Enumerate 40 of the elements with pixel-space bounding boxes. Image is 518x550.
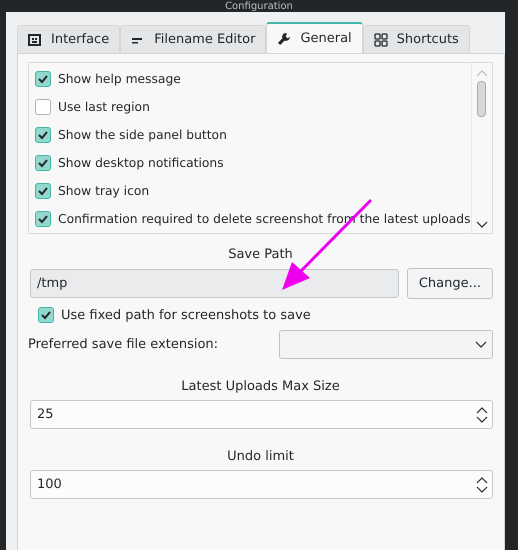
- panel-icon: [28, 32, 42, 46]
- checkmark-icon: [37, 157, 49, 169]
- checkbox-label[interactable]: Show tray icon: [58, 184, 150, 198]
- wrench-icon: [277, 32, 292, 46]
- section-heading: Latest Uploads Max Size: [180, 379, 341, 394]
- checkmark-icon: [40, 309, 52, 321]
- checkbox-label[interactable]: Use last region: [58, 100, 150, 114]
- checkbox[interactable]: [35, 211, 51, 227]
- checkbox[interactable]: [35, 183, 51, 199]
- checkbox-label[interactable]: Use fixed path for screenshots to save: [61, 308, 311, 322]
- path-field[interactable]: /tmp: [30, 269, 399, 298]
- checkmark-icon: [37, 129, 49, 141]
- tab[interactable]: Shortcuts: [362, 25, 470, 53]
- checkbox-label[interactable]: Show help message: [58, 72, 181, 86]
- spin-box[interactable]: 25: [30, 400, 493, 429]
- spin-arrows-icon[interactable]: [476, 476, 488, 494]
- spin-box[interactable]: 100: [30, 470, 493, 499]
- field-label: Preferred save file extension:: [28, 337, 218, 352]
- grid-icon: [374, 32, 388, 46]
- chevron-down-icon: [475, 340, 487, 348]
- tab[interactable]: Interface: [17, 25, 120, 53]
- checkbox[interactable]: [38, 307, 54, 323]
- spin-arrows-icon[interactable]: [476, 406, 488, 424]
- checkbox[interactable]: [35, 71, 51, 87]
- scroll-down-icon[interactable]: [476, 221, 488, 229]
- tab[interactable]: General: [266, 22, 363, 53]
- window-title: Configuration: [225, 1, 293, 12]
- change-button[interactable]: Change...: [406, 268, 493, 299]
- section-heading: Undo limit: [226, 449, 295, 464]
- checkmark-icon: [37, 213, 49, 225]
- scrollbar-thumb[interactable]: [477, 81, 486, 117]
- section-heading: Save Path: [227, 247, 294, 262]
- checkbox[interactable]: [35, 99, 51, 115]
- tab[interactable]: Filename Editor: [120, 25, 266, 53]
- checkbox-label[interactable]: Show the side panel button: [58, 128, 227, 142]
- checkmark-icon: [37, 185, 49, 197]
- checkmark-icon: [37, 73, 49, 85]
- checkbox[interactable]: [35, 127, 51, 143]
- checkbox-label[interactable]: Show desktop notifications: [58, 156, 224, 170]
- checkbox[interactable]: [35, 155, 51, 171]
